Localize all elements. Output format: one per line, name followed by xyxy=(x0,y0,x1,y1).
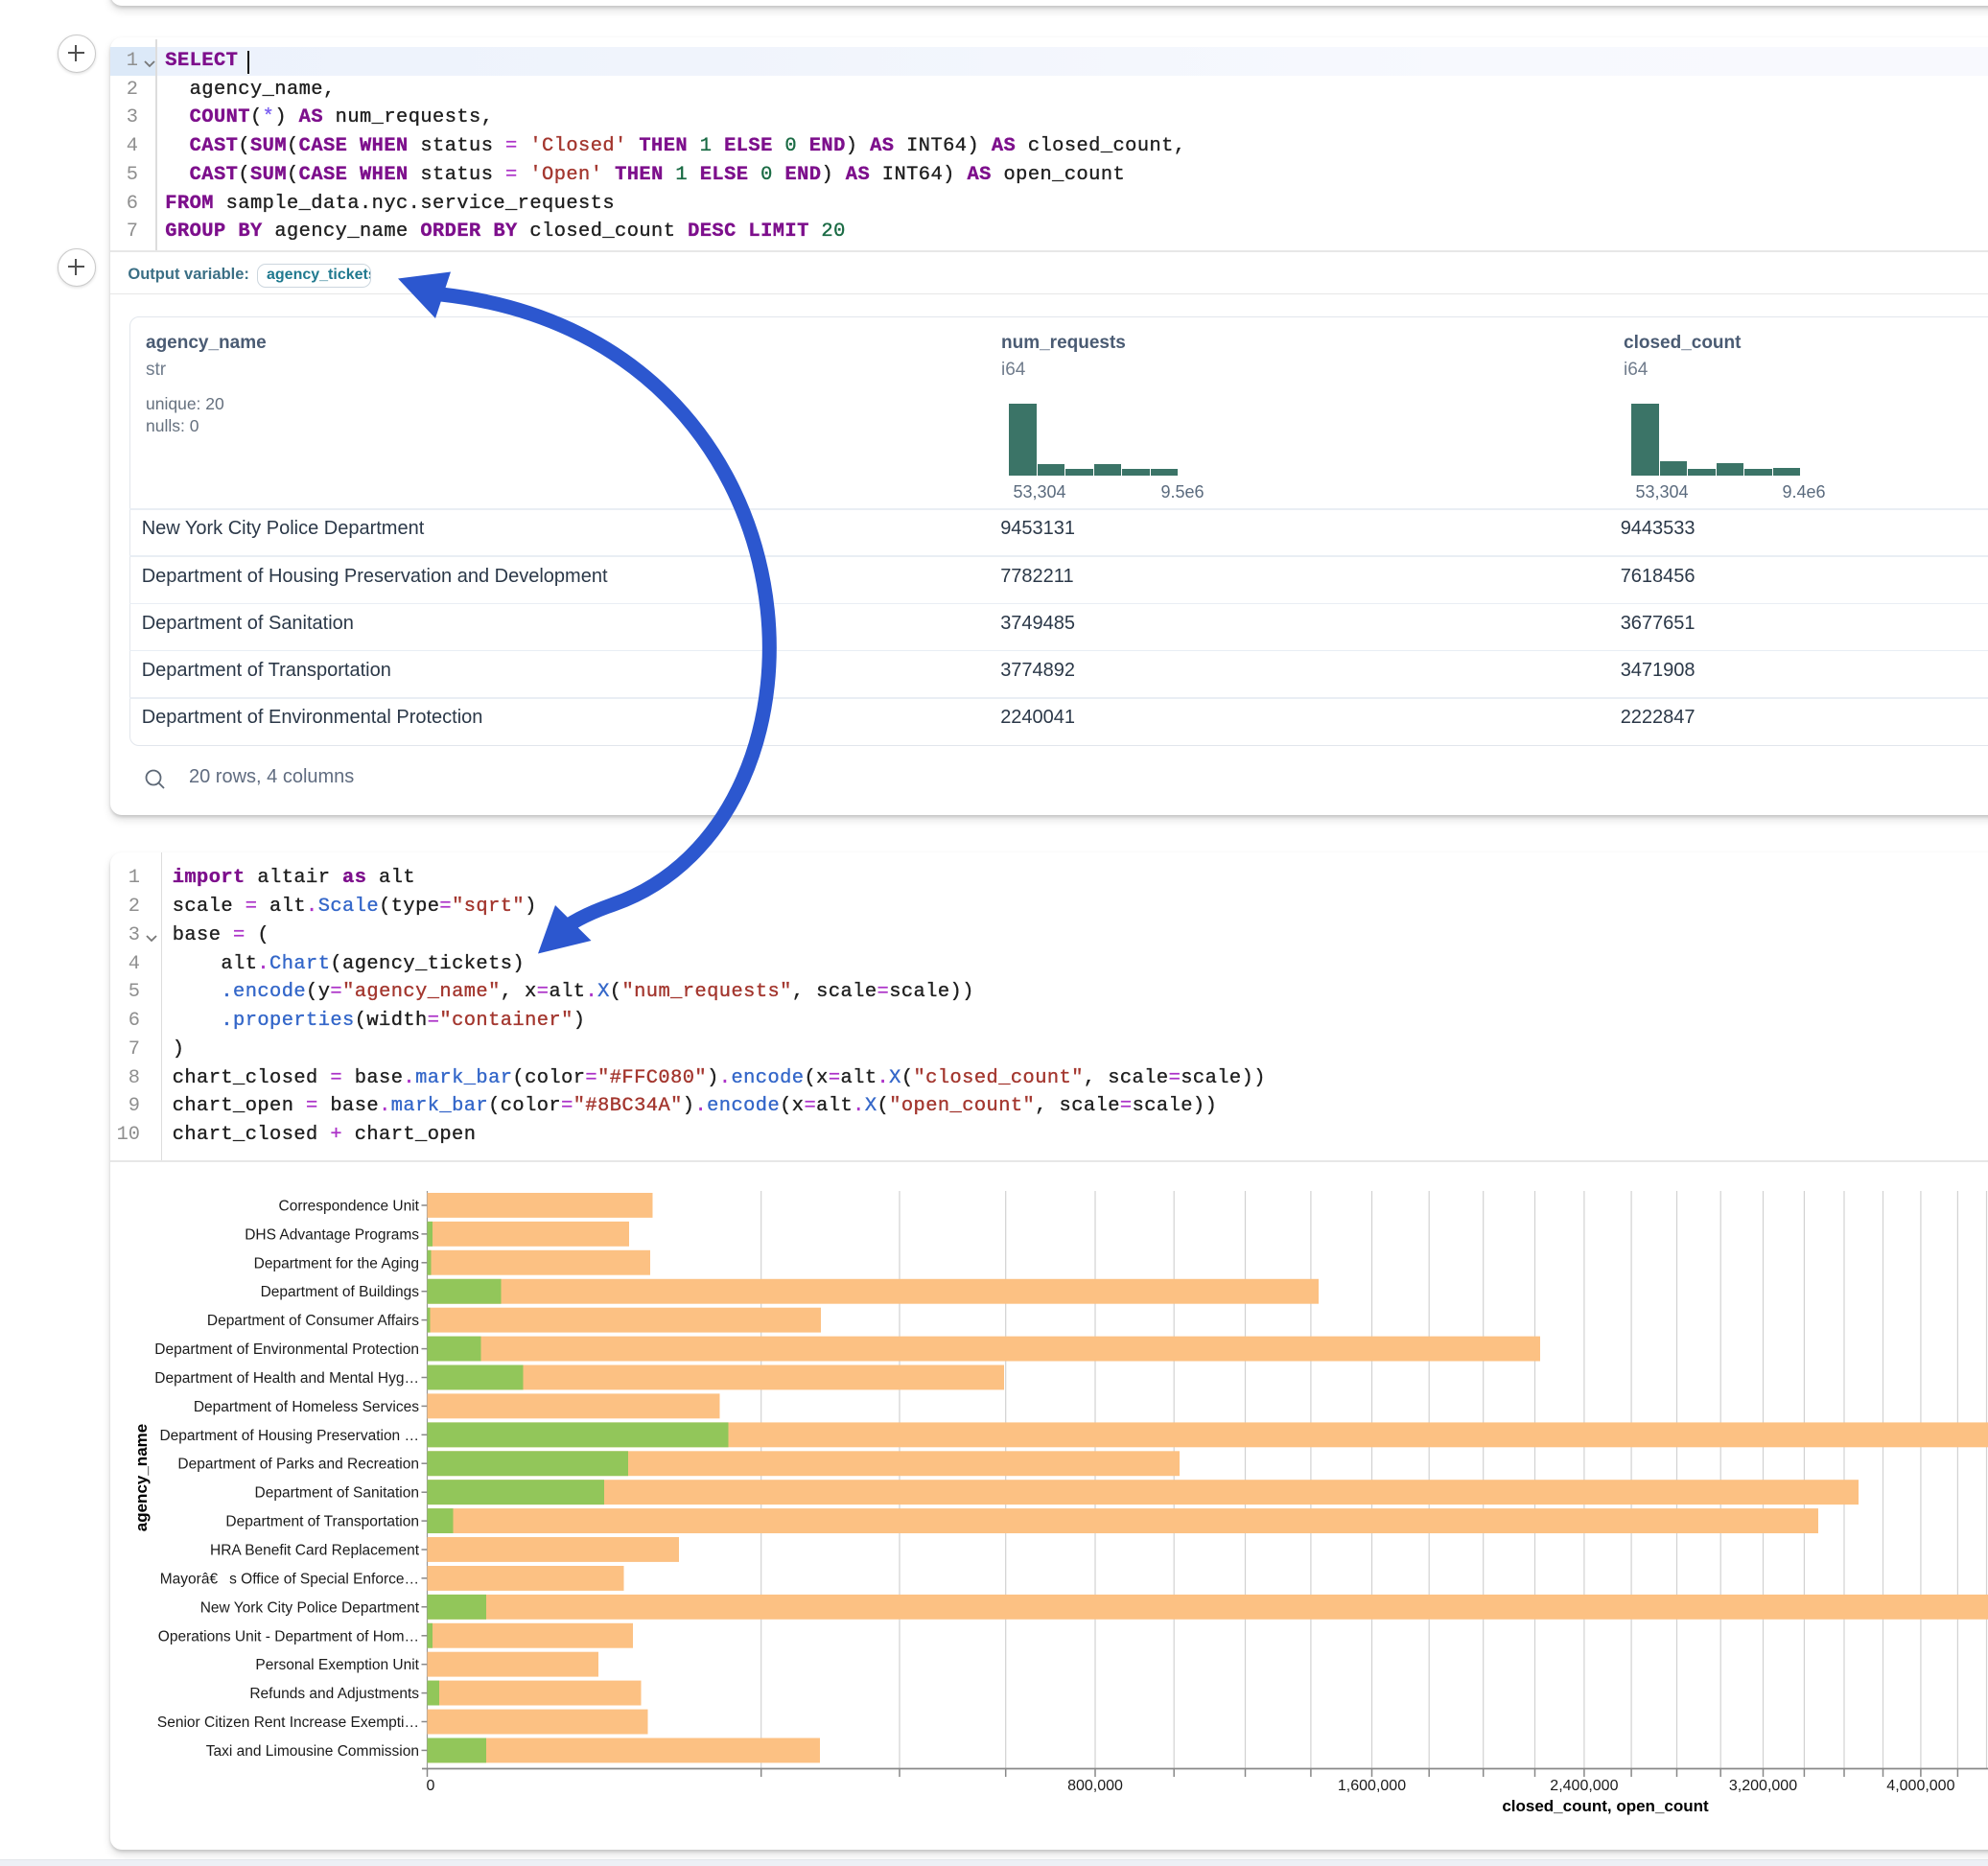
svg-text:Department of Homeless Service: Department of Homeless Services xyxy=(194,1399,419,1415)
svg-text:HRA Benefit Card Replacement: HRA Benefit Card Replacement xyxy=(210,1543,420,1559)
svg-text:Department of Parks and Recrea: Department of Parks and Recreation xyxy=(177,1457,419,1473)
svg-text:2,400,000: 2,400,000 xyxy=(1550,1778,1618,1794)
svg-text:closed_count, open_count: closed_count, open_count xyxy=(1502,1797,1709,1815)
svg-text:0: 0 xyxy=(427,1778,435,1794)
svg-text:Refunds and Adjustments: Refunds and Adjustments xyxy=(249,1686,419,1702)
svg-text:Mayorâ€ s Office of Special E: Mayorâ€ s Office of Special Enforce… xyxy=(160,1571,419,1587)
svg-text:New York City Police Departmen: New York City Police Department xyxy=(200,1599,420,1616)
svg-text:Senior Citizen Rent Increase E: Senior Citizen Rent Increase Exempti… xyxy=(157,1714,419,1731)
svg-text:3,200,000: 3,200,000 xyxy=(1729,1778,1797,1794)
svg-text:agency_name: agency_name xyxy=(132,1424,151,1531)
svg-text:Department for the Aging: Department for the Aging xyxy=(254,1255,419,1271)
svg-text:DHS Advantage Programs: DHS Advantage Programs xyxy=(245,1226,419,1243)
svg-text:Taxi and Limousine Commission: Taxi and Limousine Commission xyxy=(206,1743,419,1760)
svg-text:4,000,000: 4,000,000 xyxy=(1886,1778,1954,1794)
svg-text:Personal Exemption Unit: Personal Exemption Unit xyxy=(255,1657,419,1673)
svg-text:Department of Environmental Pr: Department of Environmental Protection xyxy=(154,1341,419,1358)
svg-text:Department of Sanitation: Department of Sanitation xyxy=(255,1485,419,1502)
svg-text:Operations Unit - Department o: Operations Unit - Department of Hom… xyxy=(158,1628,419,1644)
svg-text:Department of Transportation: Department of Transportation xyxy=(225,1514,419,1530)
svg-text:Department of Health and Menta: Department of Health and Mental Hyg… xyxy=(154,1370,419,1387)
svg-text:Department of Housing Preserva: Department of Housing Preservation … xyxy=(159,1428,419,1444)
svg-text:Department of Buildings: Department of Buildings xyxy=(261,1284,420,1300)
svg-text:Correspondence Unit: Correspondence Unit xyxy=(279,1199,420,1215)
svg-text:800,000: 800,000 xyxy=(1067,1778,1123,1794)
svg-text:1,600,000: 1,600,000 xyxy=(1338,1778,1406,1794)
svg-text:Department of Consumer Affairs: Department of Consumer Affairs xyxy=(207,1313,419,1329)
